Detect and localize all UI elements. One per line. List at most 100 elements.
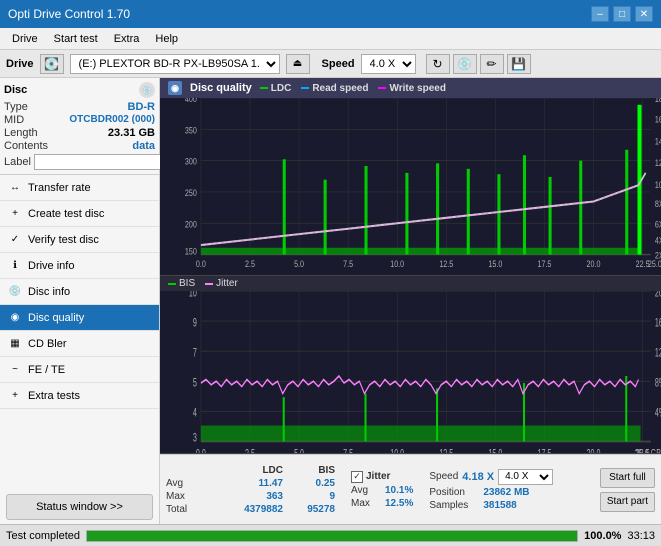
speed-select-sm[interactable]: 4.0 X [498, 469, 553, 485]
legend-jitter-label: Jitter [216, 278, 238, 289]
total-ldc: 4379882 [233, 504, 283, 515]
sidebar-item-disc-info[interactable]: 💿 Disc info [0, 279, 159, 305]
cd-bler-icon: ▦ [8, 337, 22, 351]
sidebar-item-cd-bler[interactable]: ▦ CD Bler [0, 331, 159, 357]
position-row: Position 23862 MB [429, 487, 553, 498]
svg-text:4: 4 [193, 407, 197, 420]
stats-headers-row: LDC BIS [166, 465, 335, 476]
samples-row: Samples 381588 [429, 500, 553, 511]
jitter-avg-value: 10.1% [385, 485, 413, 496]
status-window-button[interactable]: Status window >> [6, 494, 153, 520]
drive-bar: Drive 💽 (E:) PLEXTOR BD-R PX-LB950SA 1.0… [0, 50, 661, 78]
drive-label: Drive [6, 58, 34, 70]
read-speed-color-dot [301, 87, 309, 89]
title-bar: Opti Drive Control 1.70 – □ ✕ [0, 0, 661, 28]
svg-text:6X: 6X [655, 218, 661, 229]
stats-total-row: Total 4379882 95278 [166, 504, 335, 515]
chart-icon: ◉ [168, 81, 182, 95]
sidebar-item-label: CD Bler [28, 338, 67, 350]
sidebar-item-label: Verify test disc [28, 234, 99, 246]
svg-text:300: 300 [185, 156, 197, 167]
stats-speed: Speed 4.18 X 4.0 X Position 23862 MB Sam… [429, 469, 553, 511]
verify-test-disc-icon: ✓ [8, 233, 22, 247]
svg-text:7.5: 7.5 [343, 448, 353, 454]
sidebar-item-transfer-rate[interactable]: ↔ Transfer rate [0, 175, 159, 201]
progress-bar-fill [87, 531, 577, 541]
disc-contents-value: data [132, 140, 155, 152]
drive-select[interactable]: (E:) PLEXTOR BD-R PX-LB950SA 1.06 [70, 54, 280, 74]
stats-empty [166, 465, 221, 476]
sidebar-item-disc-quality[interactable]: ◉ Disc quality [0, 305, 159, 331]
sidebar-item-fe-te[interactable]: ~ FE / TE [0, 357, 159, 383]
disc-contents-row: Contents data [4, 140, 155, 152]
svg-text:400: 400 [185, 98, 197, 104]
disc-mid-row: MID OTCBDR002 (000) [4, 114, 155, 126]
svg-text:12X: 12X [655, 157, 661, 168]
close-button[interactable]: ✕ [635, 6, 653, 22]
svg-text:5.0: 5.0 [294, 448, 304, 454]
menu-drive[interactable]: Drive [4, 31, 46, 47]
svg-text:12.5: 12.5 [439, 258, 453, 269]
start-full-button[interactable]: Start full [600, 468, 655, 488]
jitter-checkbox[interactable]: ✓ [351, 471, 363, 483]
menu-help[interactable]: Help [147, 31, 186, 47]
progress-bar-container [86, 530, 578, 542]
svg-text:3: 3 [193, 432, 197, 445]
svg-text:25.0 GB: 25.0 GB [648, 258, 661, 269]
progress-label: 100.0% [584, 530, 621, 542]
svg-text:200: 200 [185, 218, 197, 229]
svg-text:10X: 10X [655, 179, 661, 190]
svg-text:17.5: 17.5 [537, 258, 551, 269]
action-buttons: Start full Start part [600, 468, 655, 512]
sidebar-item-label: Create test disc [28, 208, 104, 220]
legend-read-speed: Read speed [301, 83, 368, 94]
bottom-chart-legend: BIS Jitter [168, 278, 238, 289]
disc-mid-value: OTCBDR002 (000) [69, 114, 155, 126]
drive-info-icon: ℹ [8, 259, 22, 273]
start-part-button[interactable]: Start part [600, 492, 655, 512]
speed-select[interactable]: 4.0 X [361, 54, 416, 74]
refresh-button[interactable]: ↻ [426, 54, 450, 74]
svg-text:20.0: 20.0 [587, 258, 601, 269]
pencil-button[interactable]: ✏ [480, 54, 504, 74]
top-chart: 400 350 300 250 200 150 18X 16X 14X 12X … [160, 98, 661, 276]
jitter-max-label: Max [351, 498, 381, 509]
write-speed-color-dot [378, 87, 386, 89]
sidebar-item-create-test-disc[interactable]: + Create test disc [0, 201, 159, 227]
svg-text:0.0: 0.0 [196, 448, 206, 454]
sidebar-item-drive-info[interactable]: ℹ Drive info [0, 253, 159, 279]
save-button[interactable]: 💾 [507, 54, 531, 74]
max-bis: 9 [295, 491, 335, 502]
legend-ldc-label: LDC [271, 83, 292, 94]
sidebar-item-verify-test-disc[interactable]: ✓ Verify test disc [0, 227, 159, 253]
label-input[interactable] [34, 154, 168, 170]
jitter-max-value: 12.5% [385, 498, 413, 509]
disc-length-label: Length [4, 127, 38, 139]
main-content: Disc 💿 Type BD-R MID OTCBDR002 (000) Len… [0, 78, 661, 524]
sidebar-item-label: Extra tests [28, 390, 80, 402]
svg-text:10: 10 [189, 291, 197, 300]
menu-extra[interactable]: Extra [106, 31, 148, 47]
maximize-button[interactable]: □ [613, 6, 631, 22]
svg-text:16X: 16X [655, 113, 661, 124]
chart-legend: LDC Read speed Write speed [260, 83, 446, 94]
svg-text:10.0: 10.0 [390, 258, 404, 269]
disc-type-label: Type [4, 101, 28, 113]
svg-text:8X: 8X [655, 198, 661, 209]
legend-ldc: LDC [260, 83, 292, 94]
menu-start-test[interactable]: Start test [46, 31, 106, 47]
fe-te-icon: ~ [8, 363, 22, 377]
minimize-button[interactable]: – [591, 6, 609, 22]
sidebar-item-extra-tests[interactable]: + Extra tests [0, 383, 159, 409]
speed-text: Speed [429, 471, 458, 482]
position-label: Position [429, 487, 479, 498]
max-label: Max [166, 491, 221, 502]
charts-area: 400 350 300 250 200 150 18X 16X 14X 12X … [160, 98, 661, 454]
transfer-rate-icon: ↔ [8, 181, 22, 195]
eject-button[interactable]: ⏏ [286, 54, 310, 74]
disc-button[interactable]: 💿 [453, 54, 477, 74]
jitter-header-row: ✓ Jitter [351, 471, 413, 483]
jitter-max-row: Max 12.5% [351, 498, 413, 509]
avg-bis: 0.25 [295, 478, 335, 489]
svg-text:4X: 4X [655, 235, 661, 246]
